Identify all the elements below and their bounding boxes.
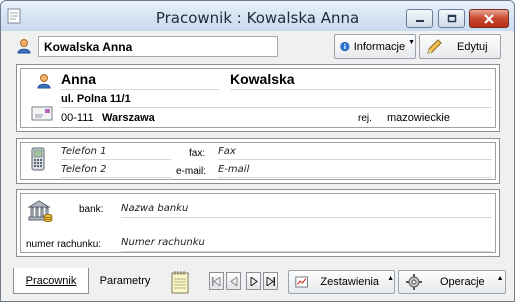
phone1-field[interactable]: Telefon 1 [61,146,106,157]
toolbar: Kowalska Anna Informacje ▼ Edytuj [1,31,514,61]
reports-button[interactable]: Zestawienia ▲ [288,270,395,294]
street[interactable]: ul. Polna 11/1 [61,93,131,105]
title-bar[interactable]: Pracownik : Kowalska Anna [1,1,514,31]
tab-label: Pracownik [25,274,77,287]
mobile-phone-icon [31,147,45,171]
next-record-button[interactable] [246,272,261,290]
fax-field[interactable]: Fax [218,146,236,157]
person-panel: Anna Kowalska ul. Polna 11/1 00-111 Wars… [16,64,500,132]
fax-label: fax: [189,148,206,159]
email-field[interactable]: E-mail [218,164,249,175]
bank-icon [27,200,53,222]
pencil-icon [427,38,442,54]
chart-report-icon [295,276,308,288]
info-icon [340,41,350,52]
email-label: e-mail: [176,166,207,177]
bank-name-field[interactable]: Nazwa banku [121,203,188,214]
tab-label: Parametry [99,275,151,287]
account-label: numer rachunku: [26,239,102,250]
info-button-label: Informacje [353,40,406,53]
edit-button[interactable]: Edytuj [419,34,501,59]
person-icon [37,74,51,89]
minimize-icon [415,19,424,22]
minimize-button[interactable] [406,9,433,28]
employee-name-field[interactable]: Kowalska Anna [38,36,278,57]
person-icon [17,39,31,54]
operations-label: Operacje [440,276,485,288]
last-name[interactable]: Kowalska [230,71,295,87]
restore-icon [447,14,456,23]
maximize-button[interactable] [438,9,465,28]
next-icon [250,276,258,286]
tab-parametry[interactable]: Parametry [91,268,159,294]
last-icon [266,276,275,286]
tab-pracownik[interactable]: Pracownik [13,268,89,294]
notepad-icon[interactable] [170,270,190,294]
first-name[interactable]: Anna [61,71,96,87]
phone2-field[interactable]: Telefon 2 [61,164,106,175]
info-button[interactable]: Informacje ▼ [334,34,416,59]
operations-button[interactable]: Operacje ▲ [398,270,506,294]
prev-record-button[interactable] [226,272,241,290]
account-number-field[interactable]: Numer rachunku [121,237,205,248]
bank-panel: bank: Nazwa banku numer rachunku: Numer … [16,189,500,257]
first-record-button[interactable] [209,272,224,290]
region[interactable]: mazowieckie [387,112,450,124]
dropdown-arrow-icon: ▼ [408,39,415,46]
close-button[interactable] [469,9,509,28]
region-label: rej. [358,113,372,124]
contact-panel: Telefon 1 Telefon 2 fax: Fax e-mail: E-m… [16,138,500,184]
bottom-bar: Pracownik Parametry Zestawienia ▲ Operac… [1,267,514,301]
reports-label: Zestawienia [320,276,380,288]
close-icon [484,13,494,24]
city[interactable]: Warszawa [102,112,155,124]
employee-window: Pracownik : Kowalska Anna Kowalska Anna … [0,0,515,302]
dropdown-up-arrow-icon: ▲ [387,274,394,282]
envelope-icon [31,106,53,121]
first-icon [212,276,221,286]
edit-button-label: Edytuj [457,40,488,53]
prev-icon [229,276,237,286]
last-record-button[interactable] [263,272,278,290]
postal-code[interactable]: 00-111 [61,112,94,124]
bank-label: bank: [79,204,104,215]
gear-icon [406,274,422,290]
dropdown-up-arrow-icon: ▲ [496,274,504,282]
